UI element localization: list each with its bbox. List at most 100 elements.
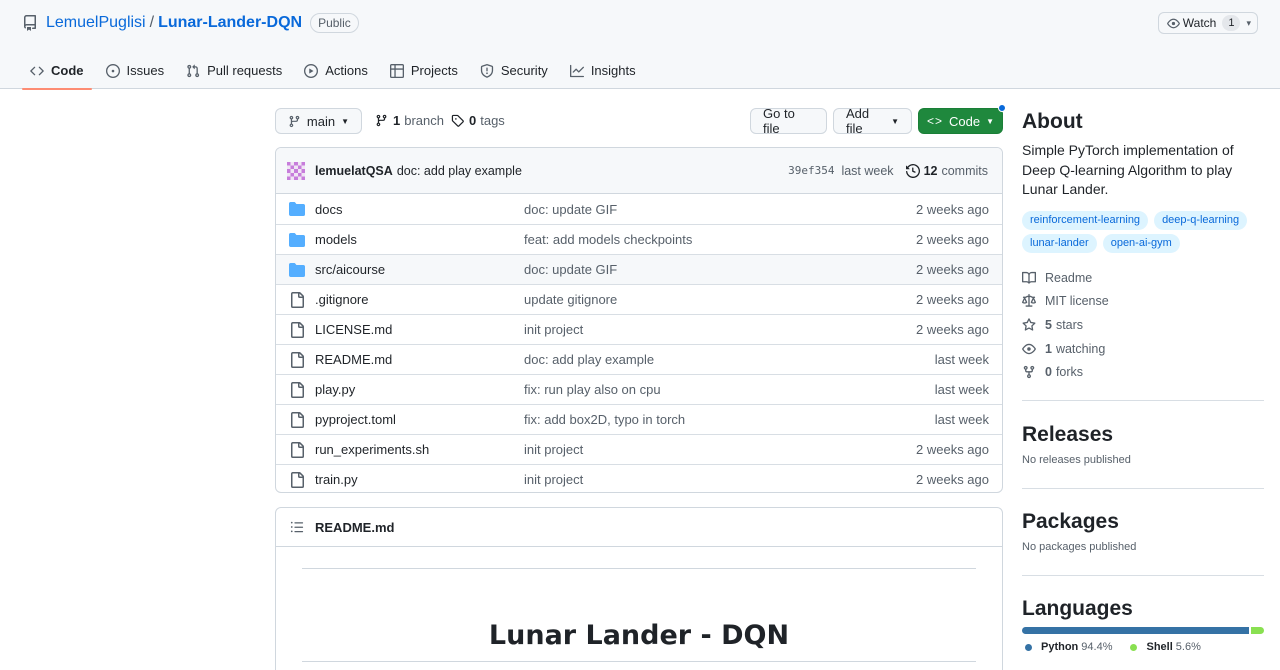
table-row[interactable]: train.py init project 2 weeks ago (276, 464, 1002, 492)
watch-label: Watch (1182, 16, 1217, 30)
file-commit-link[interactable]: update gitignore (524, 292, 617, 307)
shield-icon (480, 63, 493, 78)
file-age: 2 weeks ago (916, 292, 989, 307)
commits-history-link[interactable]: 12 commits (905, 163, 988, 178)
language-dot (1130, 643, 1138, 651)
commit-sha-link[interactable]: 39ef354 (788, 164, 834, 177)
file-name-link[interactable]: src/aicourse (315, 262, 385, 277)
table-row[interactable]: models feat: add models checkpoints 2 week… (276, 224, 1002, 254)
tab-projects[interactable]: Projects (382, 52, 466, 89)
releases-title[interactable]: Releases (1022, 423, 1264, 447)
tag-count-label: tags (480, 113, 505, 128)
file-name-link[interactable]: models (315, 232, 357, 247)
list-icon[interactable] (290, 520, 304, 534)
language-item[interactable]: Shell 5.6% (1130, 641, 1201, 653)
topic-tag[interactable]: reinforcement-learning (1022, 211, 1149, 230)
readme-link-label: Readme (1045, 271, 1093, 285)
license-link[interactable]: MIT license (1022, 294, 1109, 308)
commit-message-link[interactable]: doc: add play example (397, 164, 522, 178)
file-commit-link[interactable]: doc: update GIF (524, 202, 617, 217)
file-commit-link[interactable]: init project (524, 472, 583, 487)
file-name-link[interactable]: README.md (315, 352, 392, 367)
file-commit-link[interactable]: init project (524, 442, 583, 457)
file-age: 2 weeks ago (916, 262, 989, 277)
file-commit-link[interactable]: doc: add play example (524, 352, 654, 367)
tab-issues[interactable]: Issues (98, 52, 173, 89)
file-name-link[interactable]: train.py (315, 472, 358, 487)
table-row[interactable]: .gitignore update gitignore 2 weeks ago (276, 284, 1002, 314)
commit-count-label: commits (941, 163, 988, 178)
eye-icon (1022, 343, 1036, 355)
watch-count: 1 (1222, 15, 1241, 31)
branch-count: 1 (393, 113, 401, 128)
add-file-button[interactable]: Add file ▼ (833, 106, 912, 136)
file-age: 2 weeks ago (916, 201, 989, 217)
notification-dot (998, 104, 1006, 112)
file-commit-link[interactable]: init project (524, 322, 583, 337)
language-bar-segment (1250, 627, 1264, 634)
watchers-link[interactable]: 1 watching (1022, 342, 1105, 356)
language-item[interactable]: Python 94.4% (1025, 641, 1112, 653)
file-age: 2 weeks ago (916, 472, 989, 487)
avatar[interactable] (287, 161, 305, 180)
tab-code[interactable]: Code (22, 52, 92, 90)
file-name-link[interactable]: play.py (315, 382, 355, 397)
repo-name-link[interactable]: Lunar-Lander-DQN (158, 14, 302, 32)
file-commit-link[interactable]: feat: add models checkpoints (524, 232, 692, 247)
go-to-file-button[interactable]: Go to file (750, 106, 827, 136)
commit-author-link[interactable]: lemuelatQSA (315, 164, 393, 178)
table-row[interactable]: README.md doc: add play example last week (276, 344, 1002, 374)
table-icon (389, 63, 404, 78)
file-name-link[interactable]: run_experiments.sh (315, 442, 429, 457)
packages-title[interactable]: Packages (1022, 510, 1264, 534)
file-icon (289, 441, 305, 458)
table-row[interactable]: pyproject.toml fix: add box2D, typo in to… (276, 404, 1002, 434)
stars-link[interactable]: 5 stars (1022, 318, 1083, 332)
code-button[interactable]: <> Code ▼ (918, 108, 1003, 134)
tab-actions[interactable]: Actions (296, 52, 376, 89)
table-row[interactable]: play.py fix: run play also on cpu last wee… (276, 374, 1002, 404)
tab-pull-requests[interactable]: Pull requests (178, 52, 290, 89)
file-commit-link[interactable]: fix: add box2D, typo in torch (524, 412, 685, 427)
readme-filename[interactable]: README.md (315, 520, 394, 535)
readme-link[interactable]: Readme (1022, 271, 1092, 285)
table-row[interactable]: src/aicourse doc: update GIF 2 weeks ago (276, 254, 1002, 284)
pull-request-icon (187, 64, 200, 77)
folder-icon (289, 232, 305, 248)
divider (1022, 488, 1264, 489)
license-link-label: MIT license (1045, 294, 1109, 308)
forks-link[interactable]: 0 forks (1022, 365, 1083, 379)
star-icon (1022, 318, 1036, 331)
file-name-link[interactable]: LICENSE.md (315, 322, 392, 337)
watching-label: watching (1055, 342, 1106, 356)
file-name-link[interactable]: .gitignore (315, 292, 368, 307)
file-name-link[interactable]: docs (315, 202, 342, 217)
tab-insights[interactable]: Insights (562, 52, 644, 89)
table-row[interactable]: LICENSE.md init project 2 weeks ago (276, 314, 1002, 344)
topic-tag[interactable]: deep-q-learning (1154, 211, 1248, 230)
language-percent: 5.6% (1175, 641, 1201, 653)
topic-tag[interactable]: lunar-lander (1022, 234, 1097, 253)
repo-owner-link[interactable]: LemuelPuglisi (46, 14, 146, 32)
repo-title: LemuelPuglisi / Lunar-Lander-DQN Public (22, 12, 359, 34)
divider (1022, 400, 1264, 401)
tab-label: Actions (325, 63, 368, 78)
file-commit-link[interactable]: fix: run play also on cpu (524, 382, 661, 397)
file-icon (289, 471, 305, 488)
language-name: Python (1041, 641, 1079, 653)
commit-meta: 39ef354 last week 12 commits (788, 163, 988, 178)
repo-separator: / (149, 14, 155, 31)
tags-link[interactable]: 0 tags (451, 113, 505, 128)
watch-button[interactable]: Watch 1 ▾ (1157, 12, 1258, 34)
table-row[interactable]: docs doc: update GIF 2 weeks ago (276, 194, 1002, 224)
folder-icon (289, 201, 305, 217)
topic-tag[interactable]: open-ai-gym (1102, 234, 1180, 253)
languages-title: Languages (1022, 597, 1133, 620)
tab-security[interactable]: Security (472, 52, 556, 89)
branch-select-button[interactable]: main ▼ (275, 108, 362, 134)
file-commit-link[interactable]: doc: update GIF (524, 262, 617, 277)
file-name-link[interactable]: pyproject.toml (315, 412, 396, 427)
file-icon (289, 321, 305, 338)
table-row[interactable]: run_experiments.sh init project 2 weeks ag… (276, 434, 1002, 464)
branches-link[interactable]: 1 branch (375, 113, 444, 128)
